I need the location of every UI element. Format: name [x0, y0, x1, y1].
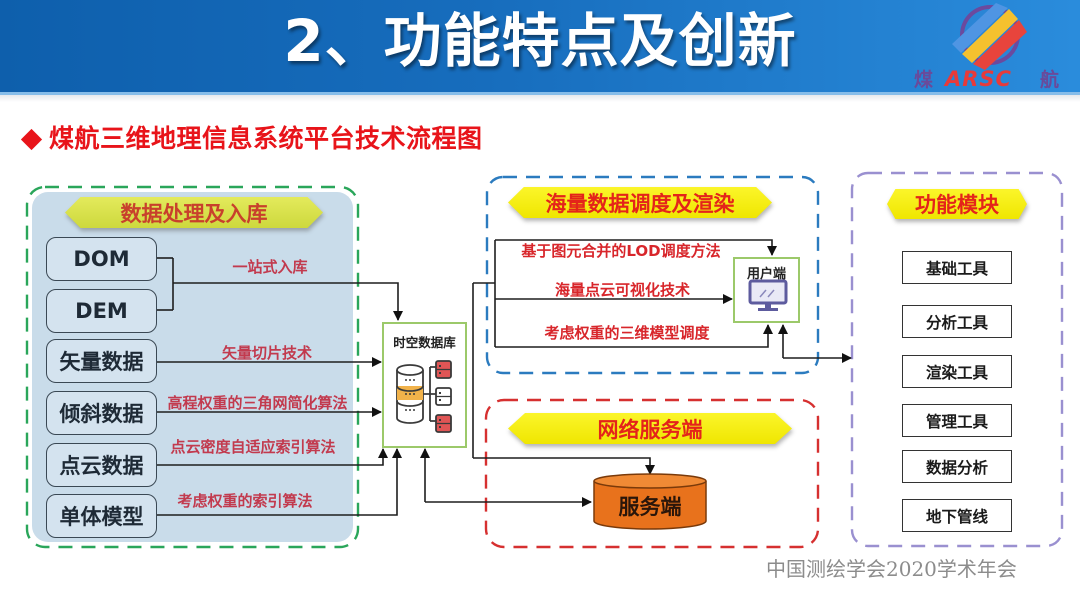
banner-scheduling-label: 海量数据调度及渲染 — [508, 187, 772, 218]
module-analysis-tools: 分析工具 — [902, 305, 1012, 338]
logo-brand: ARSC — [943, 67, 1012, 91]
server-node: 服务端 — [592, 472, 708, 532]
technique-label-weighted-index: 考虑权重的索引算法 — [177, 492, 313, 510]
banner-modules: 功能模块 — [887, 189, 1027, 219]
logo-left-char: 煤 — [914, 69, 933, 91]
banner-network-service: 网络服务端 — [508, 413, 792, 444]
module-render-tools: 渲染工具 — [902, 355, 1012, 388]
banner-data-processing: 数据处理及入库 — [65, 197, 323, 228]
conference-footer: 中国测绘学会2020学术年会 — [766, 557, 1017, 581]
client-node: 用户端 — [733, 257, 800, 323]
spatiotemporal-database-node: 时空数据库 — [382, 322, 467, 448]
source-box-dem: DEM — [46, 289, 157, 333]
technique-label-point-cloud-vis: 海量点云可视化技术 — [554, 281, 690, 299]
source-box-vector: 矢量数据 — [46, 339, 157, 383]
database-label: 时空数据库 — [393, 335, 456, 350]
module-basic-tools: 基础工具 — [902, 251, 1012, 284]
monitor-icon — [748, 279, 788, 311]
banner-network-service-label: 网络服务端 — [508, 413, 792, 444]
source-box-single-model: 单体模型 — [46, 494, 157, 538]
technique-label-vector-tiling: 矢量切片技术 — [221, 344, 312, 362]
module-management-tools: 管理工具 — [902, 404, 1012, 437]
source-box-oblique: 倾斜数据 — [46, 391, 157, 435]
source-box-point-cloud: 点云数据 — [46, 443, 157, 487]
banner-data-processing-label: 数据处理及入库 — [65, 197, 323, 228]
slide: 2、功能特点及创新 煤 ARSC 航 煤航三维地理信息系统平台技术流程图 数据处… — [0, 0, 1080, 607]
module-underground-pipelines: 地下管线 — [902, 499, 1012, 532]
technique-label-lod: 基于图元合并的LOD调度方法 — [521, 242, 721, 260]
arsc-logo: 煤 ARSC 航 — [914, 3, 1059, 91]
banner-modules-label: 功能模块 — [887, 189, 1027, 219]
technique-label-point-index: 点云密度自适应索引算法 — [170, 438, 336, 456]
technique-label-tin-simplify: 高程权重的三角网简化算法 — [167, 394, 348, 412]
logo-right-char: 航 — [1040, 68, 1059, 91]
server-label: 服务端 — [618, 495, 682, 519]
technique-label-model-scheduling: 考虑权重的三维模型调度 — [544, 324, 710, 342]
database-icon — [396, 360, 452, 433]
module-data-analysis: 数据分析 — [902, 450, 1012, 483]
arrow-one-stop-ingest — [173, 282, 403, 321]
banner-scheduling: 海量数据调度及渲染 — [508, 187, 772, 218]
technique-label-one-stop: 一站式入库 — [232, 258, 308, 276]
source-box-dom: DOM — [46, 237, 157, 281]
